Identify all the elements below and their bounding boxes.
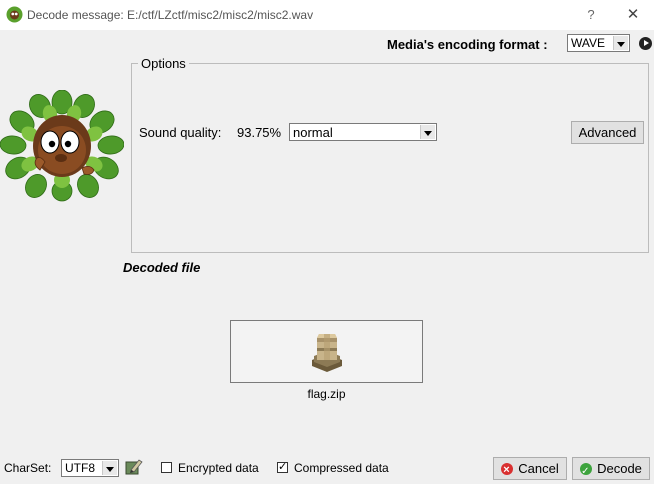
chevron-down-icon (420, 125, 435, 139)
encoding-format-select[interactable]: WAVE (567, 34, 630, 52)
edit-charset-icon[interactable] (125, 458, 143, 476)
sound-quality-value: 93.75% (237, 125, 282, 140)
advanced-button[interactable]: Advanced (571, 121, 644, 144)
sound-quality-select[interactable]: normal (289, 123, 437, 141)
window-title: Decode message: E:/ctf/LZctf/misc2/misc2… (27, 8, 314, 22)
cancel-icon (501, 460, 514, 481)
cancel-button-label: Cancel (518, 461, 559, 476)
mascot-image (0, 90, 124, 202)
charset-label: CharSet: (4, 461, 52, 475)
compressed-data-checkbox[interactable] (277, 460, 288, 473)
decode-button[interactable]: Decode (572, 457, 650, 482)
encrypted-data-label: Encrypted data (178, 461, 259, 475)
decoded-file-name: flag.zip (307, 387, 346, 401)
title-bar: Decode message: E:/ctf/LZctf/misc2/misc2… (0, 0, 654, 30)
cancel-button[interactable]: Cancel (493, 457, 567, 481)
options-group (131, 63, 649, 253)
package-icon (312, 334, 342, 372)
close-button[interactable]: ✕ (622, 4, 644, 26)
compressed-data-label: Compressed data (294, 461, 389, 475)
charset-value: UTF8 (65, 461, 95, 475)
encrypted-data-checkbox[interactable] (161, 462, 172, 473)
encoding-format-value: WAVE (571, 36, 606, 50)
chevron-down-icon (102, 461, 117, 475)
sound-quality-label: Sound quality: (139, 125, 222, 140)
options-legend: Options (138, 56, 189, 71)
chevron-down-icon (613, 36, 628, 50)
play-icon[interactable] (639, 37, 652, 50)
sound-quality-select-value: normal (293, 125, 333, 140)
decode-check-icon (580, 461, 593, 482)
decode-button-label: Decode (597, 461, 642, 476)
app-icon (6, 6, 23, 23)
decoded-file-button[interactable] (230, 320, 423, 383)
encoding-format-label: Media's encoding format : (387, 37, 548, 52)
decoded-file-title: Decoded file (123, 260, 201, 275)
help-button[interactable]: ? (580, 4, 602, 26)
charset-select[interactable]: UTF8 (61, 459, 119, 477)
